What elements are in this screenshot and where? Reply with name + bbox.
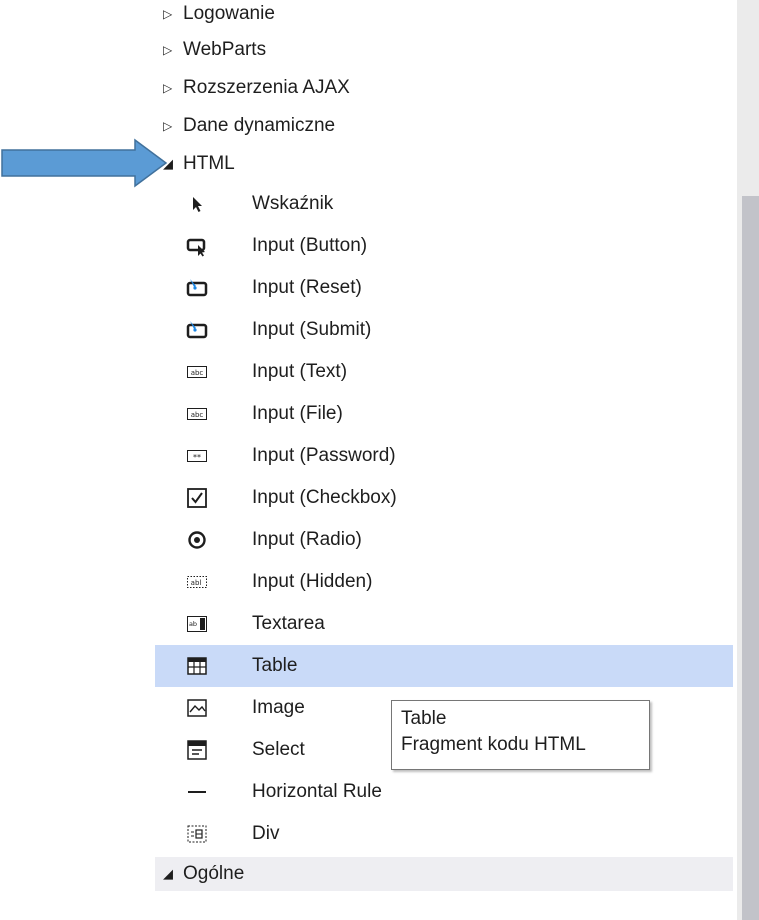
toolbox-item-label: Input (Checkbox) xyxy=(252,487,397,508)
category-logowanie[interactable]: ▷ Logowanie xyxy=(155,0,733,34)
toolbox-item-label: Input (Button) xyxy=(252,235,368,256)
category-rozszerzenia-ajax[interactable]: ▷ Rozszerzenia AJAX xyxy=(155,68,733,108)
submit-icon xyxy=(185,318,209,342)
svg-text:abc: abc xyxy=(191,369,204,377)
category-label: Rozszerzenia AJAX xyxy=(183,77,350,98)
toolbox-item-horizontal-rule[interactable]: Horizontal Rule xyxy=(155,771,733,813)
expand-triangle-icon[interactable]: ▷ xyxy=(163,43,177,57)
toolbox-item-input-hidden[interactable]: abl Input (Hidden) xyxy=(155,561,733,603)
select-icon xyxy=(185,738,209,762)
toolbox-item-label: Input (Password) xyxy=(252,445,396,466)
toolbox-item-label: Textarea xyxy=(252,613,325,634)
category-label: WebParts xyxy=(183,39,267,60)
tooltip-description: Fragment kodu HTML xyxy=(401,734,586,755)
expand-triangle-icon[interactable]: ▷ xyxy=(163,81,177,95)
toolbox-item-label: Input (File) xyxy=(252,403,343,424)
toolbox-item-table[interactable]: Table xyxy=(155,645,733,687)
toolbox-item-label: Input (Submit) xyxy=(252,319,372,340)
toolbox-item-input-reset[interactable]: Input (Reset) xyxy=(155,267,733,309)
toolbox-item-pointer[interactable]: Wskaźnik xyxy=(155,183,733,225)
svg-text:**: ** xyxy=(193,453,201,462)
radio-icon xyxy=(185,528,209,552)
annotation-arrow xyxy=(1,138,168,188)
svg-text:ab: ab xyxy=(189,620,197,628)
category-label: Logowanie xyxy=(183,3,275,24)
toolbox-item-input-radio[interactable]: Input (Radio) xyxy=(155,519,733,561)
svg-text:abc: abc xyxy=(191,411,204,419)
horizontal-rule-icon xyxy=(185,780,209,804)
scrollbar-thumb[interactable] xyxy=(742,196,759,920)
tooltip-title: Table xyxy=(401,708,447,729)
toolbox-item-textarea[interactable]: ab Textarea xyxy=(155,603,733,645)
tooltip: Table Fragment kodu HTML xyxy=(391,700,650,770)
toolbox-item-div[interactable]: Div xyxy=(155,813,733,855)
collapse-triangle-icon[interactable]: ◢ xyxy=(163,866,177,882)
table-icon xyxy=(185,654,209,678)
toolbox-item-label: Input (Hidden) xyxy=(252,571,373,592)
pointer-icon xyxy=(185,192,209,216)
svg-text:abl: abl xyxy=(191,579,202,587)
textarea-icon: ab xyxy=(185,612,209,636)
toolbox-item-input-file[interactable]: abc Input (File) xyxy=(155,393,733,435)
toolbox-item-input-button[interactable]: Input (Button) xyxy=(155,225,733,267)
category-label: Dane dynamiczne xyxy=(183,115,336,136)
toolbox-item-input-password[interactable]: ** Input (Password) xyxy=(155,435,733,477)
category-html[interactable]: ◢ HTML xyxy=(155,144,733,184)
textbox-icon: abc xyxy=(185,360,209,384)
category-ogolne[interactable]: ◢ Ogólne xyxy=(155,857,733,891)
toolbox-item-input-submit[interactable]: Input (Submit) xyxy=(155,309,733,351)
expand-triangle-icon[interactable]: ▷ xyxy=(163,7,177,21)
toolbox-item-label: Wskaźnik xyxy=(252,193,334,214)
vertical-scrollbar[interactable] xyxy=(737,0,759,920)
reset-icon xyxy=(185,276,209,300)
checkbox-icon xyxy=(185,486,209,510)
category-label: HTML xyxy=(183,153,235,174)
button-icon xyxy=(185,234,209,258)
hidden-field-icon: abl xyxy=(185,570,209,594)
toolbox-item-label: Input (Radio) xyxy=(252,529,362,550)
category-label: Ogólne xyxy=(183,863,245,884)
password-icon: ** xyxy=(185,444,209,468)
toolbox-item-label: Horizontal Rule xyxy=(252,781,382,802)
toolbox-item-label: Div xyxy=(252,823,280,844)
div-icon xyxy=(185,822,209,846)
toolbox-item-label: Table xyxy=(252,655,298,676)
category-dane-dynamiczne[interactable]: ▷ Dane dynamiczne xyxy=(155,106,733,146)
expand-triangle-icon[interactable]: ▷ xyxy=(163,119,177,133)
image-icon xyxy=(185,696,209,720)
toolbox-item-label: Image xyxy=(252,697,305,718)
toolbox-item-label: Input (Text) xyxy=(252,361,348,382)
file-input-icon: abc xyxy=(185,402,209,426)
toolbox-item-input-checkbox[interactable]: Input (Checkbox) xyxy=(155,477,733,519)
toolbox-item-input-text[interactable]: abc Input (Text) xyxy=(155,351,733,393)
category-webparts[interactable]: ▷ WebParts xyxy=(155,30,733,70)
toolbox-item-label: Input (Reset) xyxy=(252,277,362,298)
toolbox-item-label: Select xyxy=(252,739,305,760)
collapse-triangle-icon[interactable]: ◢ xyxy=(163,156,177,172)
